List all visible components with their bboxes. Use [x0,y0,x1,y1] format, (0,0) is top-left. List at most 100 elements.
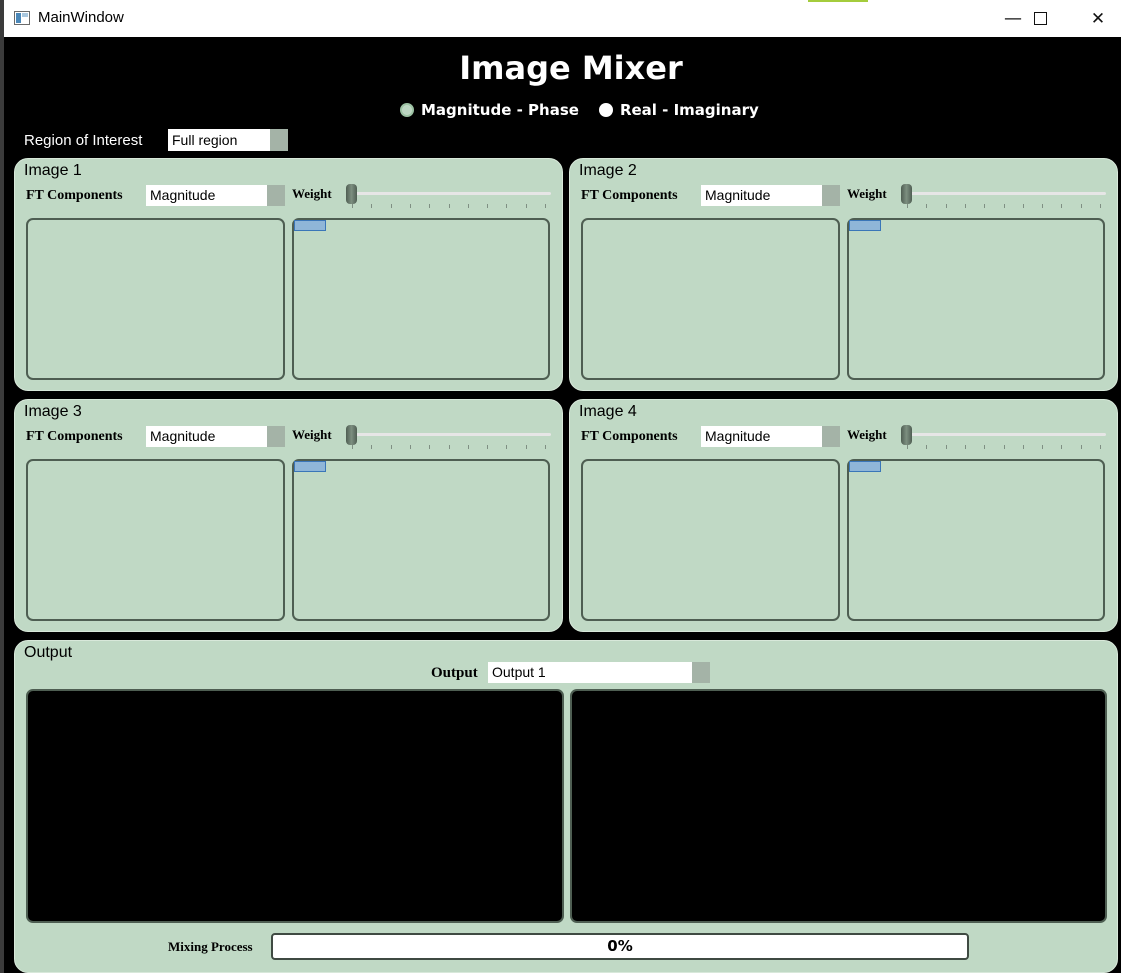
slider-handle[interactable] [346,184,357,204]
slider-tick [545,445,546,449]
ft-component-view[interactable] [847,459,1105,621]
slider-tick [467,445,469,449]
panel-title: Image 3 [24,403,82,420]
roi-selection-rect[interactable] [294,461,326,472]
slider-tick [1042,445,1044,449]
slider-tick [984,445,986,449]
ft-component-view[interactable] [292,218,550,380]
roi-selection-rect[interactable] [849,461,881,472]
dropdown-arrow-icon [267,185,285,206]
slider-tick [545,204,546,208]
slider-tick [1042,204,1044,208]
weight-label: Weight [292,186,332,201]
slider-handle[interactable] [346,425,357,445]
slider-tick [907,445,908,449]
mode-selector: Magnitude - Phase Real - Imaginary [400,101,779,119]
slider-tick [429,445,431,449]
close-button[interactable]: ✕ [1069,0,1121,37]
slider-tick [964,204,966,208]
weight-slider[interactable] [346,184,551,214]
mode-real-imaginary[interactable]: Real - Imaginary [598,101,759,119]
panel-title: Image 1 [24,162,82,179]
slider-tick [945,204,947,208]
slider-tick [1022,445,1024,449]
slider-tick [926,445,928,449]
panel-title: Image 4 [579,403,637,420]
panel-title: Image 2 [579,162,637,179]
slider-handle[interactable] [901,184,912,204]
slider-tick [390,445,392,449]
ft-components-combobox[interactable]: Magnitude [701,426,840,447]
slider-tick [926,204,928,208]
slider-tick [1100,204,1101,208]
weight-label: Weight [847,427,887,442]
slider-groove [346,433,551,436]
slider-tick [487,204,489,208]
region-value: Full region [172,132,238,148]
maximize-button[interactable] [1011,0,1069,37]
radio-checked-icon[interactable] [400,103,414,117]
title-bar[interactable]: MainWindow — ✕ [4,0,1121,37]
slider-tick [429,204,431,208]
slider-tick [1080,204,1082,208]
slider-tick [467,204,469,208]
image-panel-1: Image 1 FT Components Magnitude Weight [14,158,563,391]
ft-value: Magnitude [150,187,216,203]
dropdown-arrow-icon [692,662,710,683]
slider-tick [390,204,392,208]
slider-tick [1061,445,1063,449]
image-view[interactable] [581,218,840,380]
close-icon: ✕ [1090,8,1106,29]
weight-slider[interactable] [901,425,1106,455]
slider-tick [1022,204,1024,208]
roi-selection-rect[interactable] [294,220,326,231]
slider-groove [901,433,1106,436]
mode-label: Real - Imaginary [619,101,759,119]
slider-tick [409,445,411,449]
region-combobox[interactable]: Full region [168,129,288,151]
slider-tick [1061,204,1063,208]
mode-magnitude-phase[interactable]: Magnitude - Phase [400,101,579,119]
image-panel-2: Image 2 FT Components Magnitude Weight [569,158,1118,391]
image-panel-4: Image 4 FT Components Magnitude Weight [569,399,1118,632]
image-view[interactable] [26,218,285,380]
dropdown-arrow-icon [822,426,840,447]
ft-components-combobox[interactable]: Magnitude [146,426,285,447]
output-selector-label: Output [431,665,478,681]
weight-slider[interactable] [346,425,551,455]
ft-component-view[interactable] [847,218,1105,380]
roi-selection-rect[interactable] [849,220,881,231]
ft-components-combobox[interactable]: Magnitude [146,185,285,206]
output-view-1[interactable] [26,689,564,923]
weight-label: Weight [292,427,332,442]
output-combobox[interactable]: Output 1 [488,662,710,683]
ft-component-view[interactable] [292,459,550,621]
ft-value: Magnitude [705,187,771,203]
image-view[interactable] [26,459,285,621]
image-panel-3: Image 3 FT Components Magnitude Weight [14,399,563,632]
output-view-2[interactable] [570,689,1107,923]
main-window-body: Image Mixer Magnitude - Phase Real - Ima… [4,37,1121,973]
slider-tick [525,204,527,208]
ft-components-combobox[interactable]: Magnitude [701,185,840,206]
slider-tick [945,445,947,449]
slider-handle[interactable] [901,425,912,445]
slider-tick [506,445,508,449]
image-view[interactable] [581,459,840,621]
slider-tick [984,204,986,208]
window-title: MainWindow [38,9,124,26]
slider-groove [346,192,551,195]
slider-tick [907,204,908,208]
output-panel: Output Output Output 1 Mixing Process 0% [14,640,1118,973]
dropdown-arrow-icon [267,426,285,447]
mixing-progress-bar: 0% [271,933,969,960]
weight-slider[interactable] [901,184,1106,214]
ft-value: Magnitude [705,428,771,444]
radio-unchecked-icon[interactable] [598,103,613,117]
slider-tick [506,204,508,208]
slider-tick [1080,445,1082,449]
dropdown-arrow-icon [822,185,840,206]
slider-tick [487,445,489,449]
slider-tick [352,445,353,449]
region-of-interest-label: Region of Interest [24,132,143,149]
